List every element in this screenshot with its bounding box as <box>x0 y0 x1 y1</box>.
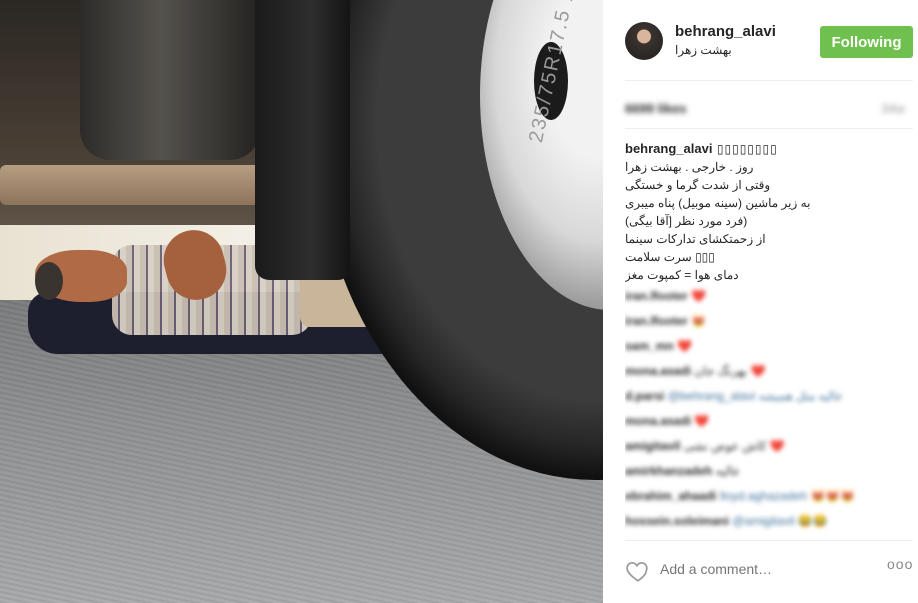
comment-row: d.parsi @behrang_alavi عالیه مثل همیشه <box>625 384 915 409</box>
comments-list: behrang_alavi ▯▯▯▯▯▯▯▯ روز . خارجی . بهش… <box>625 140 915 540</box>
comment-text: ❤️ <box>677 339 692 353</box>
comment-row: iran.lfooter 😻 <box>625 309 915 334</box>
man-hair <box>35 262 63 300</box>
comment-username[interactable]: mona.asadi <box>625 364 691 378</box>
comment-row: iran.lfooter ❤️ <box>625 284 915 309</box>
comment-username[interactable]: ebrahim_ahaadi <box>625 489 716 503</box>
following-button[interactable]: Following <box>820 26 913 58</box>
caption-line: دمای هوا = کمپوت مغز <box>625 268 739 282</box>
add-comment-input[interactable] <box>660 561 830 577</box>
comment-text: @amigitavil 😂😂 <box>732 514 828 528</box>
likes-divider <box>625 128 913 129</box>
comment-row: hossein.soleimani @amigitavil 😂😂 <box>625 509 915 534</box>
heart-icon[interactable] <box>625 558 651 584</box>
comment-username[interactable]: iran.lfooter <box>625 289 688 303</box>
comment-text: بهرنگ جان ❤️ <box>694 364 766 378</box>
comment-text: عالیه <box>715 464 741 478</box>
comment-text: ❤️ <box>694 414 710 428</box>
caption-emoji: ▯▯▯▯▯▯▯▯ <box>716 142 778 156</box>
caption-username[interactable]: behrang_alavi <box>625 141 712 156</box>
instagram-post-frame: 235/75R17.5 143/141 J behrang_alavi بهشت… <box>0 0 918 603</box>
post-photo[interactable]: 235/75R17.5 143/141 J <box>0 0 603 603</box>
comment-username[interactable]: amirkhanzadeh <box>625 464 712 478</box>
comment-row: amirkhanzadeh عالیه <box>625 459 915 484</box>
mudflap <box>255 0 350 280</box>
comment-text: 😻 <box>691 314 706 328</box>
comment-row: mona.asadi ❤️ <box>625 409 915 434</box>
avatar[interactable] <box>625 22 663 60</box>
comment-username[interactable]: hossein.soleimani <box>625 514 729 528</box>
post-actions: ooo <box>603 548 918 603</box>
actions-divider <box>625 540 913 541</box>
caption-line: ▯▯▯ سرت سلامت <box>625 250 715 264</box>
likes-count[interactable]: 6699 likes <box>625 101 686 116</box>
caption-line: (فرد مورد نظر [آقا بیگی) <box>625 214 748 228</box>
comment-username[interactable]: d.parsi <box>625 389 664 403</box>
comment-text: lloyd.aghazadeh 😻😻😻 <box>719 489 856 503</box>
header-divider <box>625 80 913 81</box>
caption-line: به زیر ماشین (سینه موبیل) پناه میبری <box>625 196 811 210</box>
comment-username[interactable]: iran.lfooter <box>625 314 688 328</box>
caption: behrang_alavi ▯▯▯▯▯▯▯▯ روز . خارجی . بهش… <box>625 140 915 284</box>
comment-row: amigitavil کاش عوض نشی ❤️ <box>625 434 915 459</box>
comment-text: کاش عوض نشی ❤️ <box>683 439 785 453</box>
comment-username[interactable]: mona.asadi <box>625 414 691 428</box>
comment-username[interactable]: sam_mn <box>625 339 674 353</box>
post-side-panel: behrang_alavi بهشت زهرا Following 6699 l… <box>603 0 918 603</box>
caption-line: روز . خارجی . بهشت زهرا <box>625 160 754 174</box>
comment-username[interactable]: amigitavil <box>625 439 680 453</box>
comment-text: @behrang_alavi عالیه مثل همیشه <box>667 389 843 403</box>
post-header: behrang_alavi بهشت زهرا Following <box>603 0 918 80</box>
more-options-button[interactable]: ooo <box>887 556 913 572</box>
comment-row: ebrahim_ahaadi lloyd.aghazadeh 😻😻😻 <box>625 484 915 509</box>
location-link[interactable]: بهشت زهرا <box>675 43 732 57</box>
post-time[interactable]: 34w <box>881 101 905 116</box>
comment-text: ❤️ <box>691 289 706 303</box>
comment-row: mona.asadi بهرنگ جان ❤️ <box>625 359 915 384</box>
caption-line: از زحمتکشای تدارکات سینما <box>625 232 766 246</box>
air-tank <box>80 0 260 160</box>
caption-line: وقتی از شدت گرما و خستگی <box>625 178 771 192</box>
header-username[interactable]: behrang_alavi <box>675 23 776 40</box>
comment-row: sam_mn ❤️ <box>625 334 915 359</box>
